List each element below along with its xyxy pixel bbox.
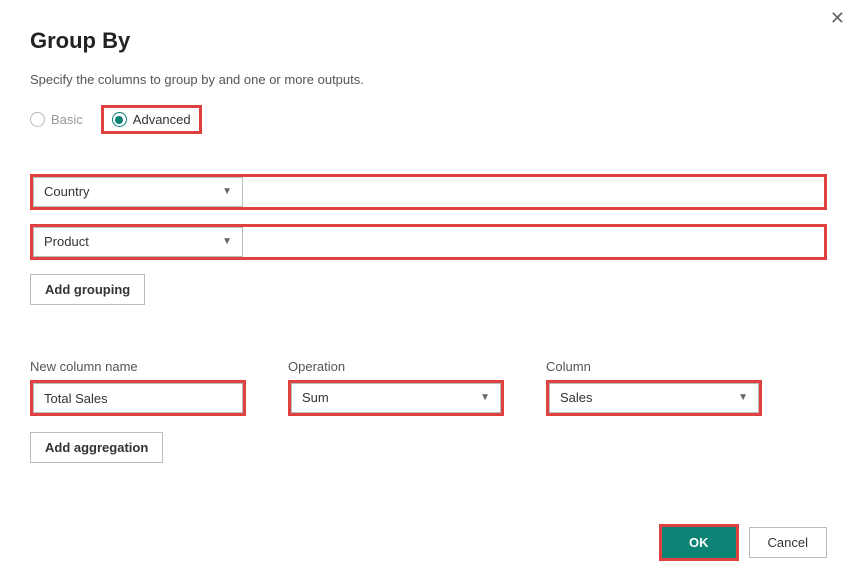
radio-basic-label: Basic bbox=[51, 112, 83, 127]
cancel-button[interactable]: Cancel bbox=[749, 527, 827, 558]
dialog-title: Group By bbox=[30, 28, 827, 54]
ok-button[interactable]: OK bbox=[662, 527, 736, 558]
add-aggregation-button[interactable]: Add aggregation bbox=[30, 432, 163, 463]
new-column-name-input[interactable] bbox=[33, 383, 243, 413]
radio-advanced-label: Advanced bbox=[133, 112, 191, 127]
column-label: Column bbox=[546, 359, 762, 374]
radio-icon bbox=[112, 112, 127, 127]
highlight-new-column bbox=[30, 380, 246, 416]
highlight-advanced: Advanced bbox=[101, 105, 202, 134]
column-dropdown[interactable]: Sales ▼ bbox=[549, 383, 759, 413]
operation-label: Operation bbox=[288, 359, 504, 374]
group-column-dropdown-0[interactable]: Country ▼ bbox=[33, 177, 243, 207]
group-column-dropdown-1[interactable]: Product ▼ bbox=[33, 227, 243, 257]
highlight-group-col-0: Country ▼ bbox=[30, 174, 827, 210]
close-icon[interactable]: ✕ bbox=[830, 8, 845, 29]
radio-advanced[interactable]: Advanced bbox=[112, 112, 191, 127]
radio-basic[interactable]: Basic bbox=[30, 112, 83, 127]
aggregation-section: New column name Operation Sum ▼ Column S… bbox=[30, 359, 827, 463]
highlight-operation: Sum ▼ bbox=[288, 380, 504, 416]
highlight-column: Sales ▼ bbox=[546, 380, 762, 416]
add-grouping-button[interactable]: Add grouping bbox=[30, 274, 145, 305]
aggregation-row: New column name Operation Sum ▼ Column S… bbox=[30, 359, 827, 416]
highlight-ok: OK bbox=[659, 524, 739, 561]
highlight-group-col-1: Product ▼ bbox=[30, 224, 827, 260]
mode-selector: Basic Advanced bbox=[30, 105, 827, 134]
operation-dropdown[interactable]: Sum ▼ bbox=[291, 383, 501, 413]
group-columns: Country ▼ Product ▼ bbox=[30, 174, 827, 260]
radio-icon bbox=[30, 112, 45, 127]
new-column-name-label: New column name bbox=[30, 359, 246, 374]
dialog-subtitle: Specify the columns to group by and one … bbox=[30, 72, 827, 87]
dialog-footer: OK Cancel bbox=[659, 524, 827, 561]
